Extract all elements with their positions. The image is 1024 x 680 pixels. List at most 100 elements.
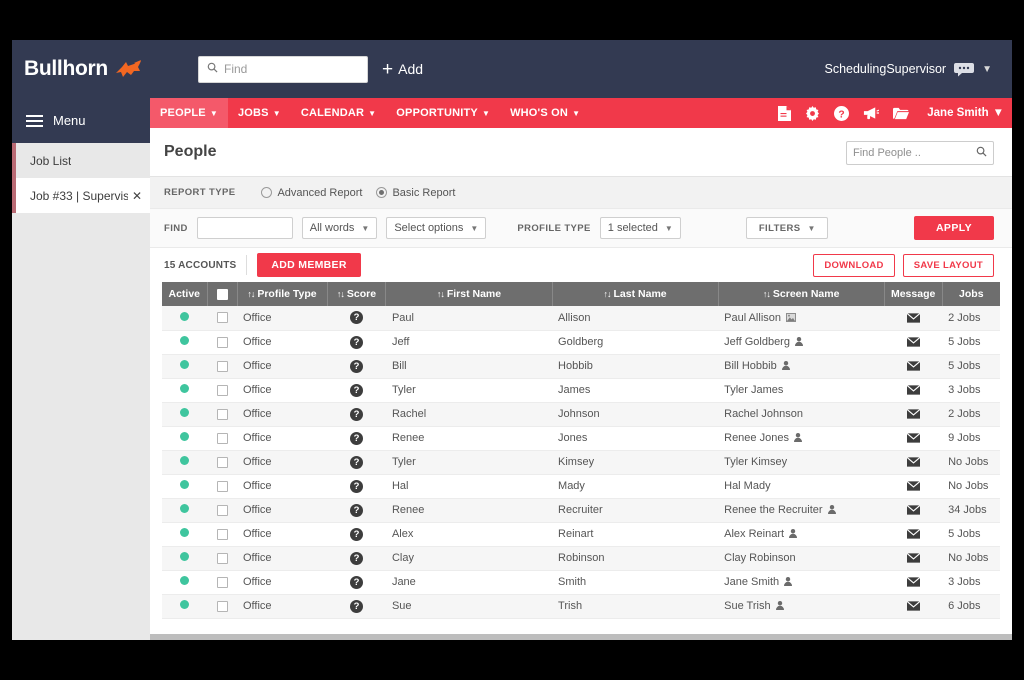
cell-select[interactable] <box>207 378 237 402</box>
cell-jobs[interactable]: 2 Jobs <box>942 402 1000 426</box>
cell-select[interactable] <box>207 594 237 618</box>
cell-screen-name[interactable]: Tyler James <box>718 378 884 402</box>
cell-message[interactable] <box>884 450 942 474</box>
nav-item-whos-on[interactable]: WHO'S ON ▼ <box>500 98 590 128</box>
cell-screen-name[interactable]: Bill Hobbib <box>718 354 884 378</box>
sidebar-item-job-33[interactable]: Job #33 | Supervis... ✕ <box>12 178 150 213</box>
col-select-all[interactable] <box>207 282 237 306</box>
table-row[interactable]: Office?ReneeJonesRenee Jones9 Jobs <box>162 426 1000 450</box>
cell-score[interactable]: ? <box>327 330 386 354</box>
cell-score[interactable]: ? <box>327 354 386 378</box>
cell-select[interactable] <box>207 402 237 426</box>
row-checkbox[interactable] <box>217 577 228 588</box>
nav-item-calendar[interactable]: CALENDAR ▼ <box>291 98 386 128</box>
select-options-dropdown[interactable]: Select options ▼ <box>386 217 486 239</box>
chat-bubble-icon[interactable] <box>954 62 974 77</box>
cell-screen-name[interactable]: Hal Mady <box>718 474 884 498</box>
cell-select[interactable] <box>207 306 237 330</box>
cell-message[interactable] <box>884 354 942 378</box>
cell-jobs[interactable]: 5 Jobs <box>942 354 1000 378</box>
cell-score[interactable]: ? <box>327 498 386 522</box>
cell-jobs[interactable]: 9 Jobs <box>942 426 1000 450</box>
table-row[interactable]: Office?TylerKimseyTyler KimseyNo Jobs <box>162 450 1000 474</box>
score-help-icon[interactable]: ? <box>350 360 363 373</box>
table-row[interactable]: Office?SueTrishSue Trish6 Jobs <box>162 594 1000 618</box>
cell-score[interactable]: ? <box>327 378 386 402</box>
cell-score[interactable]: ? <box>327 402 386 426</box>
cell-jobs[interactable]: 6 Jobs <box>942 594 1000 618</box>
user-menu[interactable]: SchedulingSupervisor ▼ <box>824 40 992 98</box>
sidebar-item-job-list[interactable]: Job List <box>12 143 150 178</box>
table-row[interactable]: Office?HalMadyHal MadyNo Jobs <box>162 474 1000 498</box>
cell-message[interactable] <box>884 570 942 594</box>
global-search-input[interactable] <box>224 62 359 76</box>
cell-score[interactable]: ? <box>327 306 386 330</box>
apply-button[interactable]: APPLY <box>914 216 994 240</box>
cell-select[interactable] <box>207 330 237 354</box>
filters-select[interactable]: FILTERS ▼ <box>746 217 829 239</box>
chevron-down-icon[interactable]: ▼ <box>982 64 992 75</box>
cell-jobs[interactable]: 2 Jobs <box>942 306 1000 330</box>
cell-select[interactable] <box>207 450 237 474</box>
match-mode-select[interactable]: All words ▼ <box>302 217 378 239</box>
find-input[interactable] <box>197 217 293 239</box>
cell-screen-name[interactable]: Renee the Recruiter <box>718 498 884 522</box>
cell-select[interactable] <box>207 474 237 498</box>
checkbox-icon[interactable] <box>217 289 228 300</box>
cell-select[interactable] <box>207 546 237 570</box>
cell-jobs[interactable]: No Jobs <box>942 450 1000 474</box>
global-search-box[interactable] <box>198 56 368 83</box>
close-icon[interactable]: ✕ <box>132 189 142 203</box>
search-icon[interactable] <box>976 144 987 162</box>
cell-score[interactable]: ? <box>327 594 386 618</box>
row-checkbox[interactable] <box>217 385 228 396</box>
cell-select[interactable] <box>207 570 237 594</box>
brand-logo[interactable]: Bullhorn <box>12 57 150 81</box>
row-checkbox[interactable] <box>217 505 228 516</box>
row-checkbox[interactable] <box>217 361 228 372</box>
profile-type-select[interactable]: 1 selected ▼ <box>600 217 681 239</box>
cell-select[interactable] <box>207 354 237 378</box>
cell-select[interactable] <box>207 522 237 546</box>
col-last-name[interactable]: ↑↓Last Name <box>552 282 718 306</box>
add-member-button[interactable]: ADD MEMBER <box>257 253 360 277</box>
table-row[interactable]: Office?PaulAllisonPaul Allison2 Jobs <box>162 306 1000 330</box>
table-row[interactable]: Office?ClayRobinsonClay RobinsonNo Jobs <box>162 546 1000 570</box>
cell-score[interactable]: ? <box>327 522 386 546</box>
cell-score[interactable]: ? <box>327 450 386 474</box>
cell-screen-name[interactable]: Jane Smith <box>718 570 884 594</box>
score-help-icon[interactable]: ? <box>350 384 363 397</box>
cell-screen-name[interactable]: Paul Allison <box>718 306 884 330</box>
table-row[interactable]: Office?ReneeRecruiterRenee the Recruiter… <box>162 498 1000 522</box>
menu-toggle[interactable]: Menu <box>12 98 150 143</box>
cell-jobs[interactable]: 5 Jobs <box>942 330 1000 354</box>
cell-message[interactable] <box>884 330 942 354</box>
nav-item-people[interactable]: PEOPLE ▼ <box>150 98 228 128</box>
row-checkbox[interactable] <box>217 457 228 468</box>
row-checkbox[interactable] <box>217 553 228 564</box>
col-score[interactable]: ↑↓Score <box>327 282 386 306</box>
cell-jobs[interactable]: 34 Jobs <box>942 498 1000 522</box>
table-row[interactable]: Office?AlexReinartAlex Reinart5 Jobs <box>162 522 1000 546</box>
add-button[interactable]: + Add <box>382 60 423 79</box>
row-checkbox[interactable] <box>217 481 228 492</box>
row-checkbox[interactable] <box>217 433 228 444</box>
help-circle-icon[interactable]: ? <box>834 106 849 121</box>
folder-icon[interactable] <box>893 107 909 120</box>
table-row[interactable]: Office?TylerJamesTyler James3 Jobs <box>162 378 1000 402</box>
score-help-icon[interactable]: ? <box>350 576 363 589</box>
cell-message[interactable] <box>884 426 942 450</box>
cell-jobs[interactable]: 5 Jobs <box>942 522 1000 546</box>
score-help-icon[interactable]: ? <box>350 432 363 445</box>
row-checkbox[interactable] <box>217 312 228 323</box>
table-row[interactable]: Office?BillHobbibBill Hobbib5 Jobs <box>162 354 1000 378</box>
score-help-icon[interactable]: ? <box>350 311 363 324</box>
cell-message[interactable] <box>884 522 942 546</box>
score-help-icon[interactable]: ? <box>350 528 363 541</box>
cell-screen-name[interactable]: Clay Robinson <box>718 546 884 570</box>
download-button[interactable]: DOWNLOAD <box>813 254 894 277</box>
cell-score[interactable]: ? <box>327 570 386 594</box>
gear-icon[interactable] <box>805 106 820 121</box>
score-help-icon[interactable]: ? <box>350 504 363 517</box>
find-people-box[interactable] <box>846 141 994 165</box>
